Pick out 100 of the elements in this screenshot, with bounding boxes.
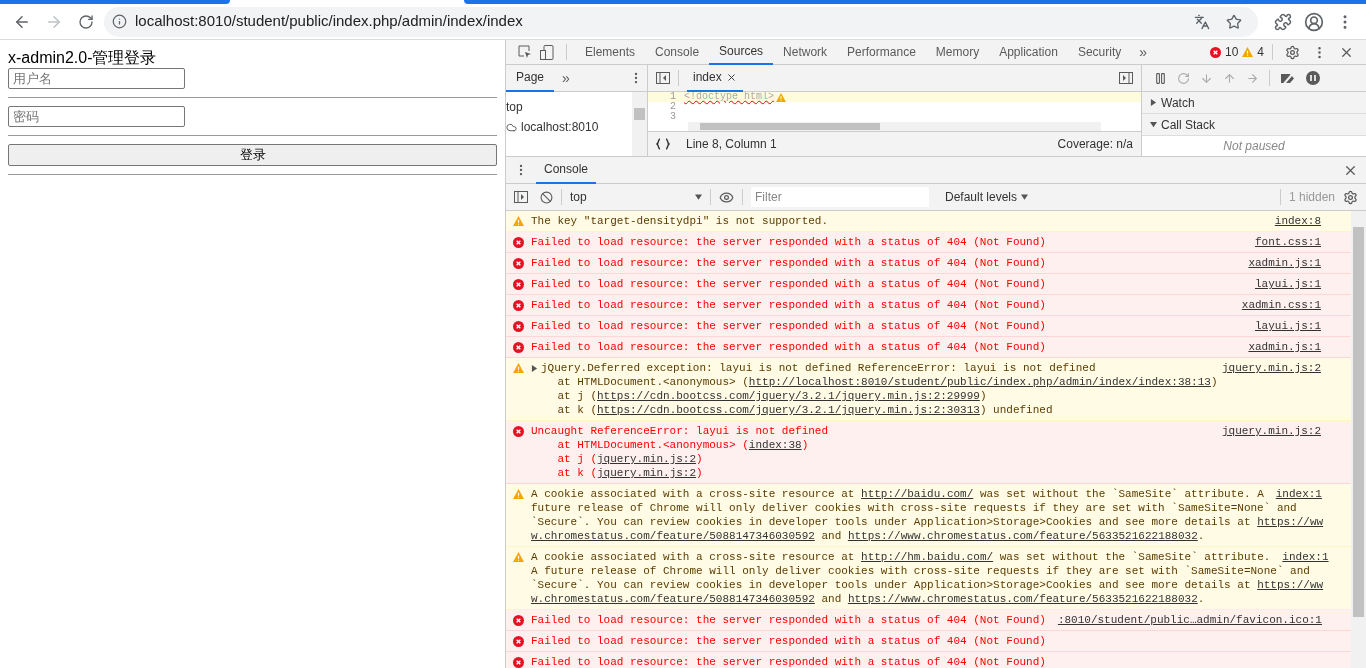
section-header[interactable]: Watch — [1142, 92, 1366, 114]
format-icon[interactable] — [656, 138, 670, 150]
dropdown-caret-icon — [1021, 194, 1029, 200]
message-line: at HTMLDocument.<anonymous> (http://localhost:8010/student/public/index.php/admin/index/index:38:13) — [556, 375, 1218, 389]
settings-icon[interactable] — [1285, 44, 1300, 60]
eye-icon[interactable] — [719, 189, 734, 205]
source-link[interactable]: layui.js:1 — [1255, 277, 1321, 291]
line-number: 3 — [669, 112, 677, 122]
message-line: A cookie associated with a cross-site resource at http://hm.baidu.com/ was set without the `SameSite` attribute. — [531, 550, 1271, 564]
bookmark-icon[interactable] — [1226, 13, 1242, 30]
context-select[interactable]: top — [570, 188, 702, 206]
devtools-tab[interactable]: Security — [1067, 39, 1132, 65]
devtools-tab[interactable]: Performance — [837, 39, 926, 65]
username-field[interactable]: 用户名 — [8, 68, 185, 89]
more-button[interactable]: » — [554, 67, 578, 89]
message-line: A cookie associated with a cross-site resource at http://baidu.com/ was set without the `SameSite` attribute. A — [531, 487, 1264, 501]
section-header[interactable]: Call Stack — [1142, 114, 1366, 136]
info-icon — [112, 14, 127, 29]
settings-icon[interactable] — [1343, 189, 1358, 205]
profile-icon[interactable] — [1304, 11, 1324, 32]
link[interactable]: jquery.min.js:2 — [597, 466, 697, 480]
source-link[interactable]: xadmin.js:1 — [1248, 256, 1321, 270]
close-icon — [725, 71, 737, 83]
devtools-tab[interactable]: Console — [645, 39, 710, 65]
link[interactable]: https://cdn.bootcss.com/jquery/3.2.1/jquery.min.js:2:29999 — [597, 389, 980, 403]
translate-icon[interactable] — [1194, 13, 1210, 30]
source-link[interactable]: jquery.min.js:2 — [1221, 424, 1321, 438]
page-title: x-admin2.0-管理登录 — [8, 48, 158, 68]
expand-icon[interactable] — [531, 364, 538, 372]
source-link[interactable]: index:1 — [1282, 550, 1329, 564]
warning-icon — [513, 552, 524, 562]
link[interactable]: w.chromestatus.com/feature/5088147346030592 — [531, 529, 815, 543]
devtools-tab[interactable]: Memory — [925, 39, 990, 65]
error-icon — [513, 636, 524, 647]
link[interactable]: index:38 — [748, 438, 802, 452]
link[interactable]: https://www.chromestatus.com/feature/5633521622188032 — [847, 529, 1198, 543]
message-line: Failed to load resource: the server responded with a status of 404 (Not Found) — [531, 277, 1046, 291]
pause-icon[interactable] — [1154, 71, 1167, 85]
devtools-tab[interactable]: Application — [989, 39, 1068, 65]
device-icon[interactable] — [540, 44, 554, 60]
coverage-text: Coverage: n/a — [1057, 136, 1133, 153]
reload-icon — [78, 13, 94, 30]
message-line: Failed to load resource: the server responded with a status of 404 (Not Found) — [531, 613, 1046, 627]
source-link[interactable]: layui.js:1 — [1255, 319, 1321, 333]
cursor-position: Line 8, Column 1 — [686, 136, 777, 153]
source-link[interactable]: index:1 — [1275, 487, 1322, 501]
source-link[interactable]: font.css:1 — [1255, 235, 1321, 249]
message-line: Failed to load resource: the server responded with a status of 404 (Not Found) — [531, 256, 1046, 270]
message-line: Failed to load resource: the server responded with a status of 404 (Not Found) — [531, 340, 1046, 354]
error-icon — [1209, 46, 1221, 58]
link[interactable]: https://ww — [1257, 578, 1324, 592]
deactivate-breakpoints-icon[interactable] — [1280, 71, 1296, 85]
tree-item[interactable]: top — [506, 97, 632, 117]
devtools-tab[interactable]: Network — [773, 39, 838, 65]
error-icon — [513, 321, 524, 332]
link[interactable]: jquery.min.js:2 — [597, 452, 697, 466]
error-icon — [513, 426, 524, 437]
line-number: 1 — [669, 92, 677, 102]
link[interactable]: https://ww — [1257, 515, 1324, 529]
link[interactable]: http://localhost:8010/student/public/index.php/admin/index/index:38:13 — [748, 375, 1211, 389]
link[interactable]: http://hm.baidu.com/ — [861, 550, 994, 564]
message-line: Failed to load resource: the server responded with a status of 404 (Not Found) — [531, 235, 1046, 249]
devtools-tab[interactable]: Elements — [575, 39, 646, 65]
message-line: The key "target-densitydpi" is not supported. — [531, 214, 829, 228]
inspect-icon[interactable] — [518, 45, 532, 59]
link[interactable]: https://www.chromestatus.com/feature/5633521622188032 — [847, 592, 1198, 606]
error-icon — [513, 342, 524, 353]
error-icon — [513, 300, 524, 311]
password-field[interactable]: 密码 — [8, 106, 185, 127]
message-line: Failed to load resource: the server responded with a status of 404 (Not Found) — [531, 298, 1046, 312]
source-link[interactable]: xadmin.css:1 — [1241, 298, 1321, 312]
sidebar-toggle-icon[interactable] — [1119, 72, 1133, 84]
extensions-icon[interactable] — [1274, 12, 1292, 31]
navigator-tab[interactable]: Page — [506, 64, 555, 92]
more-tabs-button[interactable]: » — [1131, 41, 1156, 63]
source-link[interactable]: index:8 — [1274, 214, 1321, 228]
error-icon — [513, 237, 524, 248]
sidebar-toggle-icon[interactable] — [514, 191, 528, 203]
source-link[interactable]: :8010/student/public…admin/favicon.ico:1 — [1057, 613, 1322, 627]
link[interactable]: https://cdn.bootcss.com/jquery/3.2.1/jquery.min.js:2:30313 — [597, 403, 980, 417]
link[interactable]: http://baidu.com/ — [861, 487, 974, 501]
tree-item[interactable]: localhost:8010 — [506, 117, 632, 137]
link[interactable]: w.chromestatus.com/feature/5088147346030592 — [531, 592, 815, 606]
login-button[interactable]: 登录 — [8, 144, 497, 166]
pause-on-exceptions-icon[interactable] — [1306, 71, 1320, 85]
message-line: `Secure`. You can review cookies in developer tools under Application>Storage>Cookies and see more details at https://ww — [531, 515, 1324, 529]
message-line: Failed to load resource: the server responded with a status of 404 (Not Found) — [531, 319, 1046, 333]
sidebar-toggle-icon[interactable] — [656, 72, 670, 84]
clear-icon[interactable] — [540, 190, 553, 204]
levels-dropdown[interactable]: Default levels — [945, 188, 1029, 206]
message-line: w.chromestatus.com/feature/5088147346030592 and https://www.chromestatus.com/feature/5633521622188032. — [531, 592, 1205, 606]
source-link[interactable]: jquery.min.js:2 — [1221, 361, 1321, 375]
warning-count: 4 — [1257, 44, 1264, 61]
message-line: Failed to load resource: the server responded with a status of 404 (Not Found) — [531, 634, 1046, 648]
not-paused-text: Not paused — [1222, 138, 1286, 155]
source-link[interactable]: xadmin.js:1 — [1248, 340, 1321, 354]
hidden-count: 1 hidden — [1288, 189, 1335, 206]
address-bar[interactable]: localhost:8010/student/public/index.php/admin/index/index — [104, 6, 1258, 37]
filter-field[interactable]: Filter — [751, 187, 929, 207]
error-count: 10 — [1224, 44, 1239, 61]
